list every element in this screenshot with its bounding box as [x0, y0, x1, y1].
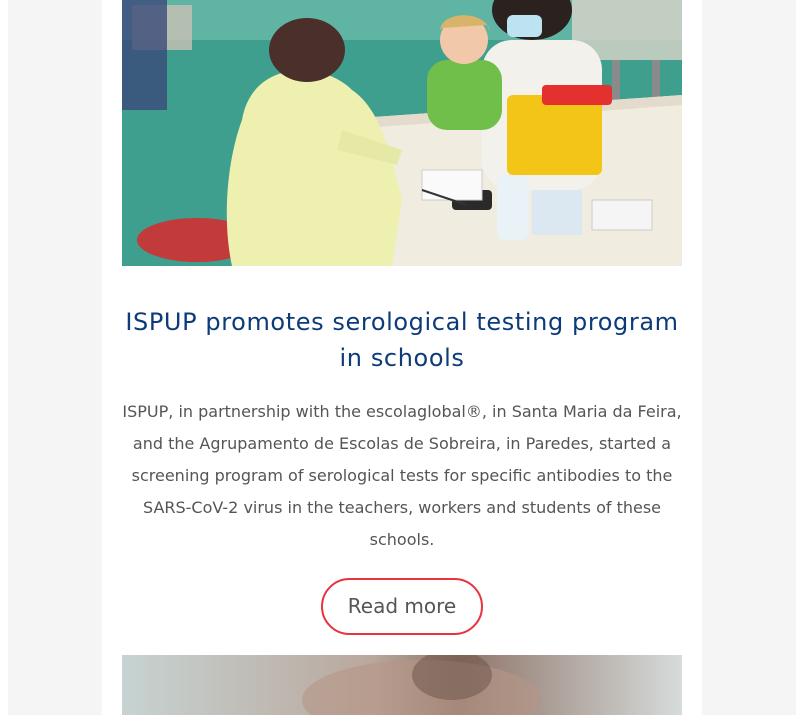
article-excerpt: ISPUP, in partnership with the escolaglo…	[122, 402, 682, 549]
read-more-button[interactable]: Read more	[321, 578, 483, 635]
school-testing-photo	[122, 0, 682, 266]
blurred-person-photo	[122, 655, 682, 715]
article-title[interactable]: ISPUP promotes serological testing progr…	[122, 304, 682, 376]
article-image[interactable]	[122, 0, 682, 266]
next-article-image[interactable]	[122, 655, 682, 715]
